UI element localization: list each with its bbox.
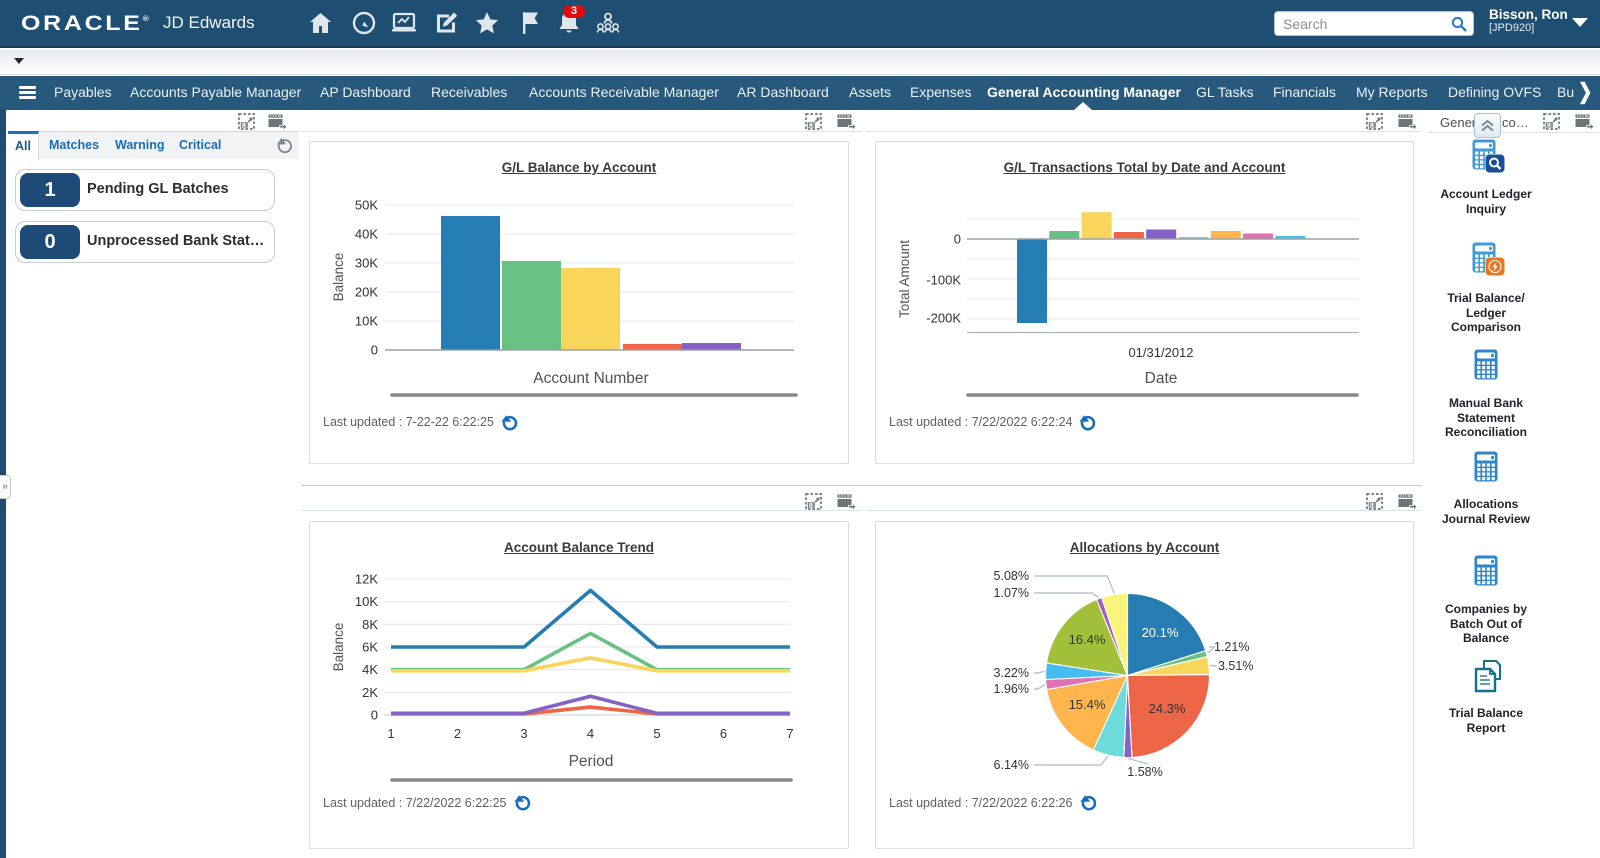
svg-text:6: 6 [720, 726, 727, 741]
svg-text:10K: 10K [355, 594, 378, 609]
svg-text:Date: Date [1145, 370, 1178, 387]
svg-text:0: 0 [371, 343, 378, 358]
svg-text:0: 0 [954, 232, 961, 247]
svg-text:12K: 12K [355, 572, 378, 587]
svg-text:01/31/2012: 01/31/2012 [1128, 345, 1193, 360]
svg-text:20.1%: 20.1% [1142, 625, 1179, 640]
svg-text:Balance: Balance [331, 623, 346, 672]
svg-text:3.22%: 3.22% [994, 666, 1029, 680]
svg-text:Period: Period [569, 753, 614, 770]
svg-text:30K: 30K [355, 256, 378, 271]
svg-text:Account Number: Account Number [533, 370, 648, 387]
svg-text:1.07%: 1.07% [994, 586, 1029, 600]
svg-text:-100K: -100K [926, 273, 961, 288]
svg-text:Balance: Balance [331, 253, 346, 302]
svg-text:4K: 4K [362, 662, 378, 677]
svg-text:3: 3 [520, 726, 527, 741]
svg-text:6K: 6K [362, 640, 378, 655]
svg-text:1.96%: 1.96% [994, 682, 1029, 696]
svg-text:8K: 8K [362, 617, 378, 632]
svg-text:1.58%: 1.58% [1127, 765, 1162, 779]
svg-text:1.21%: 1.21% [1214, 640, 1249, 654]
svg-text:4: 4 [587, 726, 594, 741]
svg-text:10K: 10K [355, 314, 378, 329]
svg-text:24.3%: 24.3% [1149, 701, 1186, 716]
svg-text:6.14%: 6.14% [994, 758, 1029, 772]
svg-text:2: 2 [454, 726, 461, 741]
svg-text:16.4%: 16.4% [1069, 632, 1106, 647]
svg-text:5: 5 [653, 726, 660, 741]
svg-text:40K: 40K [355, 227, 378, 242]
svg-text:7: 7 [786, 726, 793, 741]
svg-text:15.4%: 15.4% [1069, 697, 1106, 712]
svg-text:1: 1 [387, 726, 394, 741]
svg-text:50K: 50K [355, 198, 378, 213]
svg-text:Total Amount: Total Amount [897, 240, 912, 318]
svg-text:2K: 2K [362, 685, 378, 700]
svg-text:3.51%: 3.51% [1218, 659, 1253, 673]
svg-text:20K: 20K [355, 285, 378, 300]
svg-text:0: 0 [371, 708, 378, 723]
svg-text:5.08%: 5.08% [994, 569, 1029, 583]
svg-text:-200K: -200K [926, 311, 961, 326]
